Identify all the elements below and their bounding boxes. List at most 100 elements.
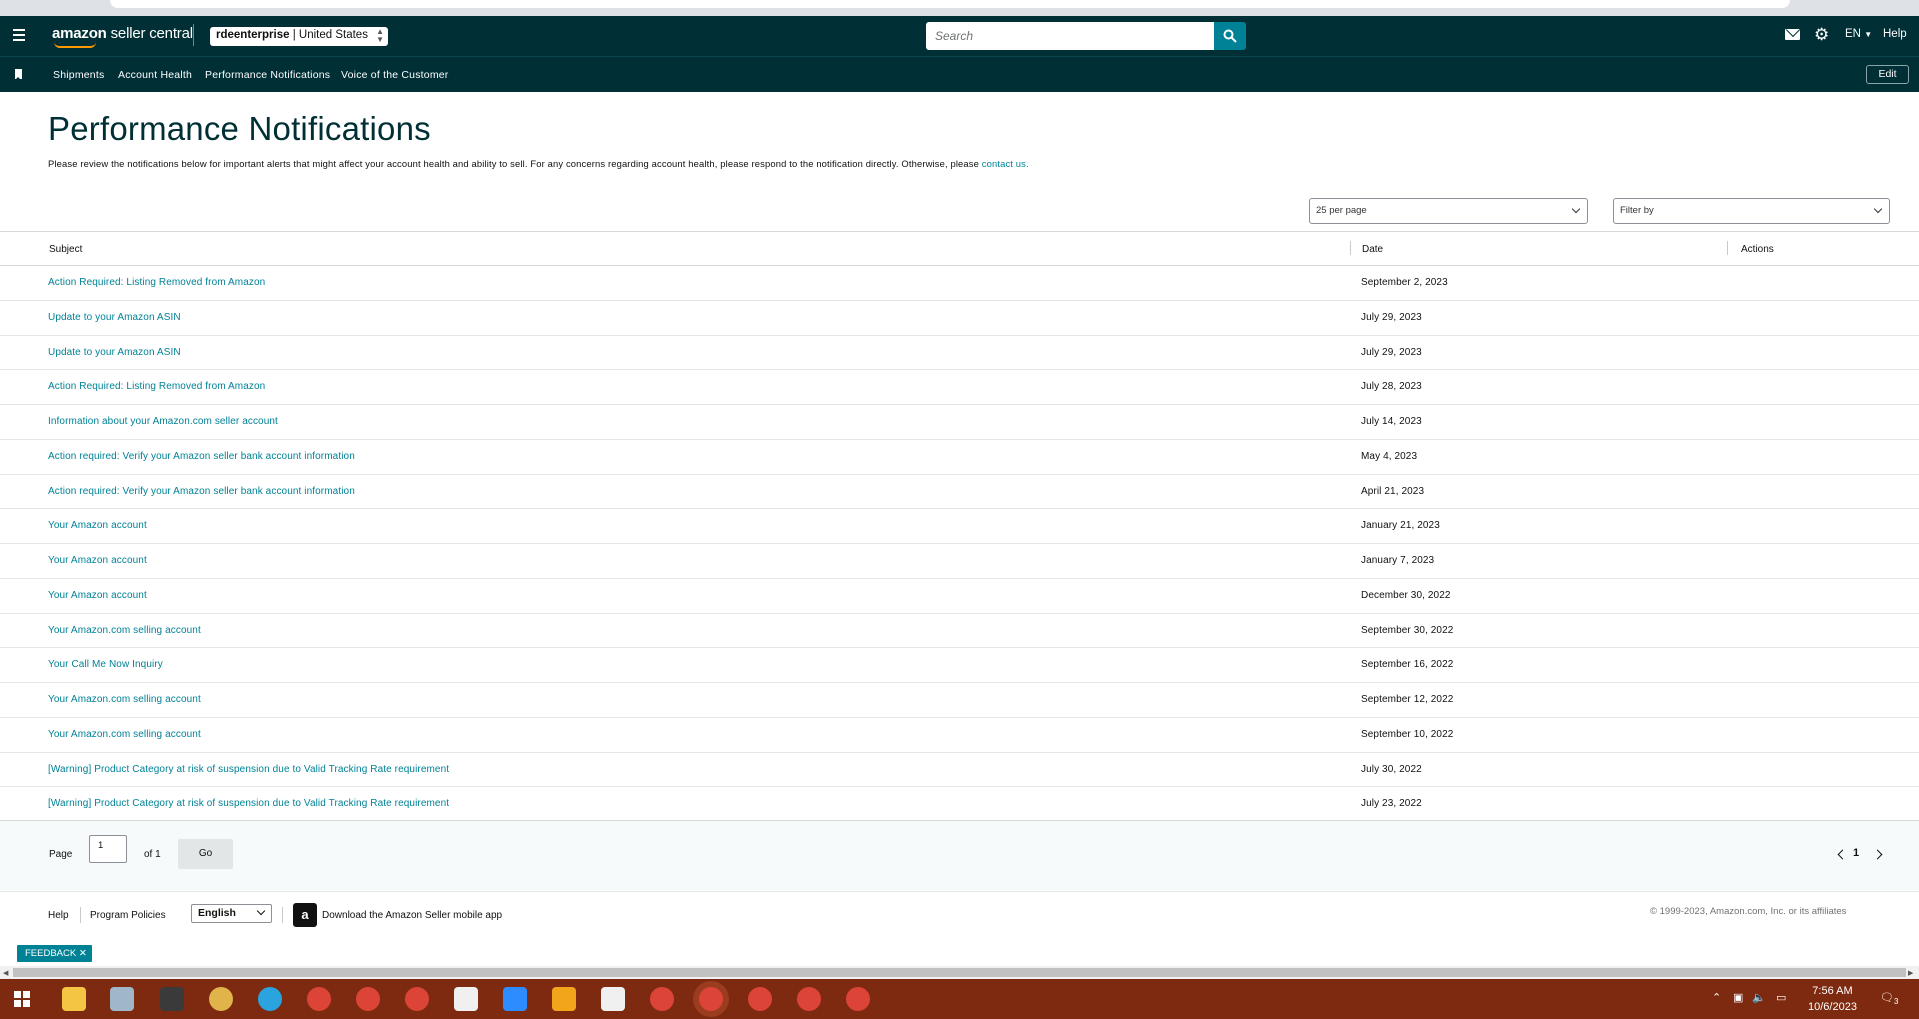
notification-date: April 21, 2023 (1361, 485, 1425, 497)
notification-date: September 2, 2023 (1361, 277, 1448, 288)
store-name: rdeenterprise (216, 29, 290, 41)
notification-subject-link[interactable]: Update to your Amazon ASIN (48, 347, 181, 358)
mail-icon[interactable] (1785, 29, 1800, 40)
notification-subject-link[interactable]: [Warning] Product Category at risk of su… (48, 764, 449, 775)
chrome-profile-icon[interactable] (405, 987, 429, 1011)
bookmark-icon[interactable] (15, 69, 22, 80)
browser-address-bar[interactable] (110, 0, 1790, 8)
notification-subject-link[interactable]: Your Amazon account (48, 590, 147, 601)
copyright-text: © 1999-2023, Amazon.com, Inc. or its aff… (1650, 906, 1847, 917)
logo-amazon-text: amazon (52, 25, 107, 42)
table-row: Information about your Amazon.com seller… (0, 405, 1919, 440)
footer-help-link[interactable]: Help (48, 910, 69, 921)
slack-icon[interactable] (209, 987, 233, 1011)
notification-subject-link[interactable]: Your Amazon.com selling account (48, 625, 201, 636)
chrome-icon[interactable] (307, 987, 331, 1011)
chrome-profile-icon[interactable] (846, 987, 870, 1011)
notification-subject-link[interactable]: Your Amazon.com selling account (48, 729, 201, 740)
calculator-icon[interactable] (160, 987, 184, 1011)
windows-start-icon[interactable] (14, 991, 30, 1007)
go-button[interactable]: Go (178, 839, 233, 869)
picker-arrows-icon: ▲ ▼ (376, 27, 384, 44)
chrome-profile-icon[interactable] (356, 987, 380, 1011)
column-header-date[interactable]: Date (1362, 244, 1383, 255)
table-row: Action Required: Listing Removed from Am… (0, 266, 1919, 301)
subnav-item-account-health[interactable]: Account Health (118, 69, 192, 81)
footer-language-select[interactable]: English (191, 904, 272, 923)
page-number-input[interactable]: 1 (89, 835, 127, 863)
file-explorer-icon[interactable] (62, 987, 86, 1011)
contact-us-link[interactable]: contact us. (982, 158, 1029, 169)
table-row: Your Amazon account December 30, 2022 (0, 579, 1919, 614)
app-icon[interactable] (601, 987, 625, 1011)
notification-subject-link[interactable]: [Warning] Product Category at risk of su… (48, 798, 449, 809)
app-icon[interactable] (454, 987, 478, 1011)
notification-subject-link[interactable]: Your Amazon account (48, 555, 147, 566)
notification-subject-link[interactable]: Your Call Me Now Inquiry (48, 659, 163, 670)
language-selector[interactable]: EN ▼ (1845, 28, 1872, 40)
settings-gear-icon[interactable]: ⚙ (1814, 26, 1829, 43)
page-description-text: Please review the notifications below fo… (48, 158, 979, 169)
tray-expand-icon[interactable]: ⌃ (1712, 991, 1721, 1004)
chrome-profile-icon[interactable] (797, 987, 821, 1011)
edit-bookmarks-button[interactable]: Edit (1866, 65, 1909, 84)
marketplace-name: | United States (292, 29, 368, 41)
notification-subject-link[interactable]: Action required: Verify your Amazon sell… (48, 451, 355, 462)
language-label: EN (1845, 28, 1861, 40)
volume-icon[interactable]: 🔈 (1752, 991, 1766, 1004)
app-r-icon[interactable] (552, 987, 576, 1011)
clock-date: 10/6/2023 (1808, 1001, 1857, 1013)
filter-select[interactable]: Filter by (1613, 198, 1890, 224)
next-page-icon[interactable] (1872, 849, 1883, 860)
network-icon[interactable]: ▭ (1776, 991, 1786, 1004)
tray-meet-icon[interactable]: ▣ (1733, 991, 1743, 1004)
notifications-icon[interactable]: 🗨3 (1880, 991, 1898, 1006)
seller-central-logo[interactable]: amazon seller central (52, 25, 193, 48)
subnav-item-performance-notifications[interactable]: Performance Notifications (205, 69, 330, 81)
scrollbar-thumb[interactable] (13, 968, 1906, 977)
subnav-item-shipments[interactable]: Shipments (53, 69, 104, 81)
feedback-button[interactable]: FEEDBACK ✕ (17, 945, 92, 962)
amazon-app-icon[interactable]: a (293, 903, 317, 927)
notification-date: July 28, 2023 (1361, 381, 1422, 393)
per-page-value: 25 per page (1316, 205, 1367, 216)
notification-subject-link[interactable]: Update to your Amazon ASIN (48, 312, 181, 323)
notepad-icon[interactable] (110, 987, 134, 1011)
table-body: Action Required: Listing Removed from Am… (0, 266, 1919, 822)
table-row: [Warning] Product Category at risk of su… (0, 787, 1919, 822)
download-app-link[interactable]: Download the Amazon Seller mobile app (322, 910, 502, 921)
system-clock[interactable]: 7:56 AM 10/6/2023 (1808, 983, 1857, 1015)
column-header-subject[interactable]: Subject (49, 244, 82, 255)
notification-subject-link[interactable]: Action Required: Listing Removed from Am… (48, 381, 265, 392)
notification-date: January 7, 2023 (1361, 555, 1435, 566)
chrome-profile-icon[interactable] (748, 987, 772, 1011)
scroll-left-icon[interactable]: ◀ (3, 969, 8, 977)
chrome-active-icon[interactable] (699, 987, 723, 1011)
logo-seller-central-text: seller central (110, 25, 193, 42)
notification-date: September 10, 2022 (1361, 728, 1454, 740)
search-input[interactable]: Search (926, 22, 1214, 50)
page-total-label: of 1 (144, 849, 161, 860)
table-header: Subject Date Actions (0, 231, 1919, 266)
subnav-item-voice-of-customer[interactable]: Voice of the Customer (341, 69, 449, 81)
scroll-right-icon[interactable]: ▶ (1908, 969, 1913, 977)
account-marketplace-picker[interactable]: rdeenterprise | United States ▲ ▼ (210, 27, 388, 46)
zoom-icon[interactable] (503, 987, 527, 1011)
telegram-icon[interactable] (258, 987, 282, 1011)
notification-subject-link[interactable]: Action required: Verify your Amazon sell… (48, 486, 355, 497)
notification-subject-link[interactable]: Action Required: Listing Removed from Am… (48, 277, 265, 288)
page-description: Please review the notifications below fo… (48, 158, 1029, 169)
help-link[interactable]: Help (1883, 28, 1907, 40)
chrome-profile-icon[interactable] (650, 987, 674, 1011)
search-button[interactable] (1214, 22, 1246, 50)
previous-page-icon[interactable] (1837, 849, 1848, 860)
table-row: Your Amazon.com selling account September… (0, 614, 1919, 649)
footer-program-policies-link[interactable]: Program Policies (90, 910, 166, 921)
notification-date: July 23, 2022 (1361, 798, 1422, 810)
horizontal-scrollbar[interactable]: ◀ ▶ (0, 966, 1919, 979)
hamburger-menu-icon[interactable] (13, 29, 25, 41)
notification-subject-link[interactable]: Your Amazon.com selling account (48, 694, 201, 705)
notification-subject-link[interactable]: Your Amazon account (48, 520, 147, 531)
notification-subject-link[interactable]: Information about your Amazon.com seller… (48, 416, 278, 427)
per-page-select[interactable]: 25 per page (1309, 198, 1588, 224)
